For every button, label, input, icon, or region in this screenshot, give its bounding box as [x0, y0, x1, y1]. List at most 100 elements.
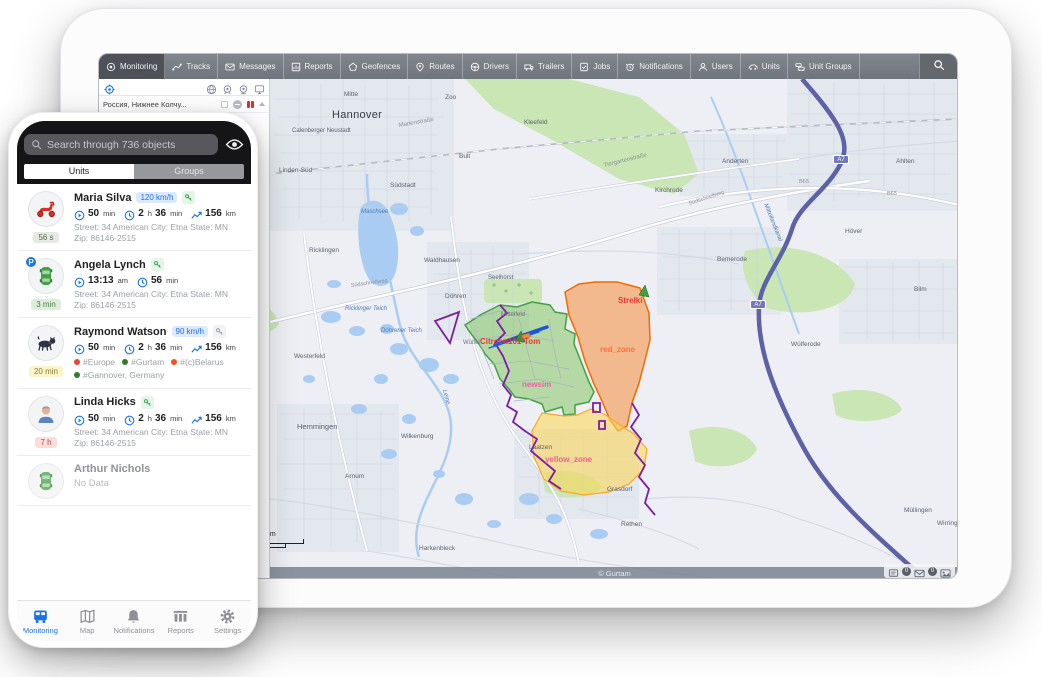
tab-drivers[interactable]: Drivers [463, 54, 517, 79]
bus-icon [32, 608, 49, 625]
globe-icon[interactable] [206, 82, 217, 93]
bottomnav-notifications[interactable]: Notifications [111, 608, 158, 635]
monitoring-icon [106, 62, 116, 72]
tab-reports[interactable]: Reports [284, 54, 341, 79]
tab-jobs[interactable]: Jobs [572, 54, 618, 79]
tab-messages[interactable]: Messages [218, 54, 283, 79]
play-icon [74, 275, 85, 286]
mail-widget-icon[interactable] [914, 566, 925, 577]
stat-value: 36 [155, 208, 166, 219]
unit-item-maria-silva[interactable]: 56 sMaria Silva120 km/h50min2h36min156km… [17, 184, 251, 251]
unit-item-angela-lynch[interactable]: P3 minAngela Lynch13:13am56minStreet: 34… [17, 251, 251, 318]
tag-dot [122, 359, 128, 365]
stat-unit: min [166, 276, 178, 285]
no-data-label: No Data [74, 478, 243, 489]
navbar-search-button[interactable] [919, 54, 957, 79]
target-icon[interactable] [104, 82, 115, 93]
unit-tag: #(c)Belarus [171, 357, 223, 367]
bottomnav-settings[interactable]: Settings [204, 608, 251, 635]
speed-badge: 120 km/h [136, 192, 177, 203]
duration-badge: 7 h [35, 437, 56, 448]
search-icon [933, 58, 945, 76]
units-list[interactable]: 56 sMaria Silva120 km/h50min2h36min156km… [17, 184, 251, 600]
tab-notifications[interactable]: Notifications [618, 54, 691, 79]
camera-icon[interactable] [222, 82, 233, 93]
stat-trend: 156 km [191, 413, 236, 424]
tab-trailers[interactable]: Trailers [517, 54, 572, 79]
speed-badge: 90 km/h [172, 326, 208, 337]
map-mini-toolbar[interactable]: 0 0 [884, 564, 955, 578]
units-groups-tabs: UnitsGroups [24, 164, 244, 179]
key-icon [151, 258, 164, 271]
trend-icon [191, 413, 202, 424]
reports-icon [291, 62, 301, 72]
webcam-icon[interactable] [238, 82, 249, 93]
tab-users[interactable]: Users [691, 54, 741, 79]
search-bar[interactable] [24, 134, 218, 155]
tab-label: Monitoring [120, 62, 157, 71]
reports-cols-icon [172, 608, 189, 625]
tab-units[interactable]: Units [741, 54, 788, 79]
stat-value: 156 [205, 413, 222, 424]
phone-bottom-nav: Monitoring MapNotificationsReports Setting… [17, 600, 251, 641]
trailers-icon [524, 62, 534, 72]
photo-widget-icon[interactable] [940, 566, 951, 577]
tab-label: Jobs [593, 62, 610, 71]
stat-play: 50min [74, 413, 115, 424]
unit-item-arthur-nichols[interactable]: Arthur NicholsNo Data [17, 456, 251, 506]
tab-label: Drivers [484, 62, 509, 71]
stat-value: 2 [138, 208, 144, 219]
bottomnav-reports[interactable]: Reports [157, 608, 204, 635]
units-icon [748, 62, 758, 72]
tab-label: Geofences [362, 62, 401, 71]
unit-name: Angela Lynch [74, 259, 146, 271]
navbar-tabs: Monitoring Tracks MessagesReports Geofences… [99, 54, 919, 79]
bottomnav-map[interactable]: Map [64, 608, 111, 635]
tab-unit-groups[interactable]: Unit Groups [788, 54, 860, 79]
phone-screen: UnitsGroups 56 sMaria Silva120 km/h50min… [17, 121, 251, 641]
tab-tracks[interactable]: Tracks [165, 54, 218, 79]
monitor-icon[interactable] [254, 82, 265, 93]
map-scale: 0 m [264, 531, 304, 548]
stat-value: 50 [88, 342, 99, 353]
stat-play: 50min [74, 342, 115, 353]
expand-icon[interactable] [259, 102, 265, 106]
unit-item-linda-hicks[interactable]: 7 hLinda Hicks50min2h36min156kmStreet: 3… [17, 389, 251, 456]
scooter-avatar [28, 191, 64, 227]
connection-state-icon [247, 101, 254, 108]
search-input[interactable] [47, 139, 211, 151]
stat-value: 2 [138, 413, 144, 424]
tab-monitoring[interactable]: Monitoring [99, 54, 165, 79]
phone-device: UnitsGroups 56 sMaria Silva120 km/h50min… [8, 112, 258, 648]
tab-label: Users [712, 62, 733, 71]
duration-badge: 3 min [31, 299, 61, 310]
unit-name: Maria Silva [74, 192, 131, 204]
key-icon [141, 396, 154, 409]
tab-groups[interactable]: Groups [134, 164, 244, 179]
clock-icon [137, 275, 148, 286]
tab-label: Units [762, 62, 780, 71]
unit-item-raymond-watson[interactable]: 20 minRaymond Watson90 km/h50min2h36min1… [17, 318, 251, 389]
routes-icon [415, 62, 425, 72]
stat-unit: km [226, 209, 236, 218]
tag-dot [74, 359, 80, 365]
unit-checkbox[interactable] [221, 101, 228, 108]
bottomnav-label: Monitoring [23, 626, 58, 635]
bottomnav-monitoring[interactable]: Monitoring [17, 608, 64, 635]
bottomnav-label: Settings [214, 626, 241, 635]
unit-row-russia[interactable]: Россия, Нижнее Колчу... [99, 96, 269, 113]
tab-routes[interactable]: Routes [408, 54, 462, 79]
messages-icon [225, 62, 235, 72]
remove-icon[interactable] [233, 100, 242, 109]
tab-label: Tracks [186, 62, 210, 71]
tab-units[interactable]: Units [24, 164, 134, 179]
stat-value: 36 [155, 342, 166, 353]
tab-geofences[interactable]: Geofences [341, 54, 409, 79]
stat-unit: km [226, 414, 236, 423]
messages-widget-icon[interactable] [888, 566, 899, 577]
eye-icon[interactable] [225, 138, 244, 152]
tag-label: #(c)Belarus [180, 357, 223, 367]
stat-clock: 56min [137, 275, 178, 286]
unit-name: Raymond Watson [74, 326, 167, 338]
stat-unit: am [118, 276, 128, 285]
